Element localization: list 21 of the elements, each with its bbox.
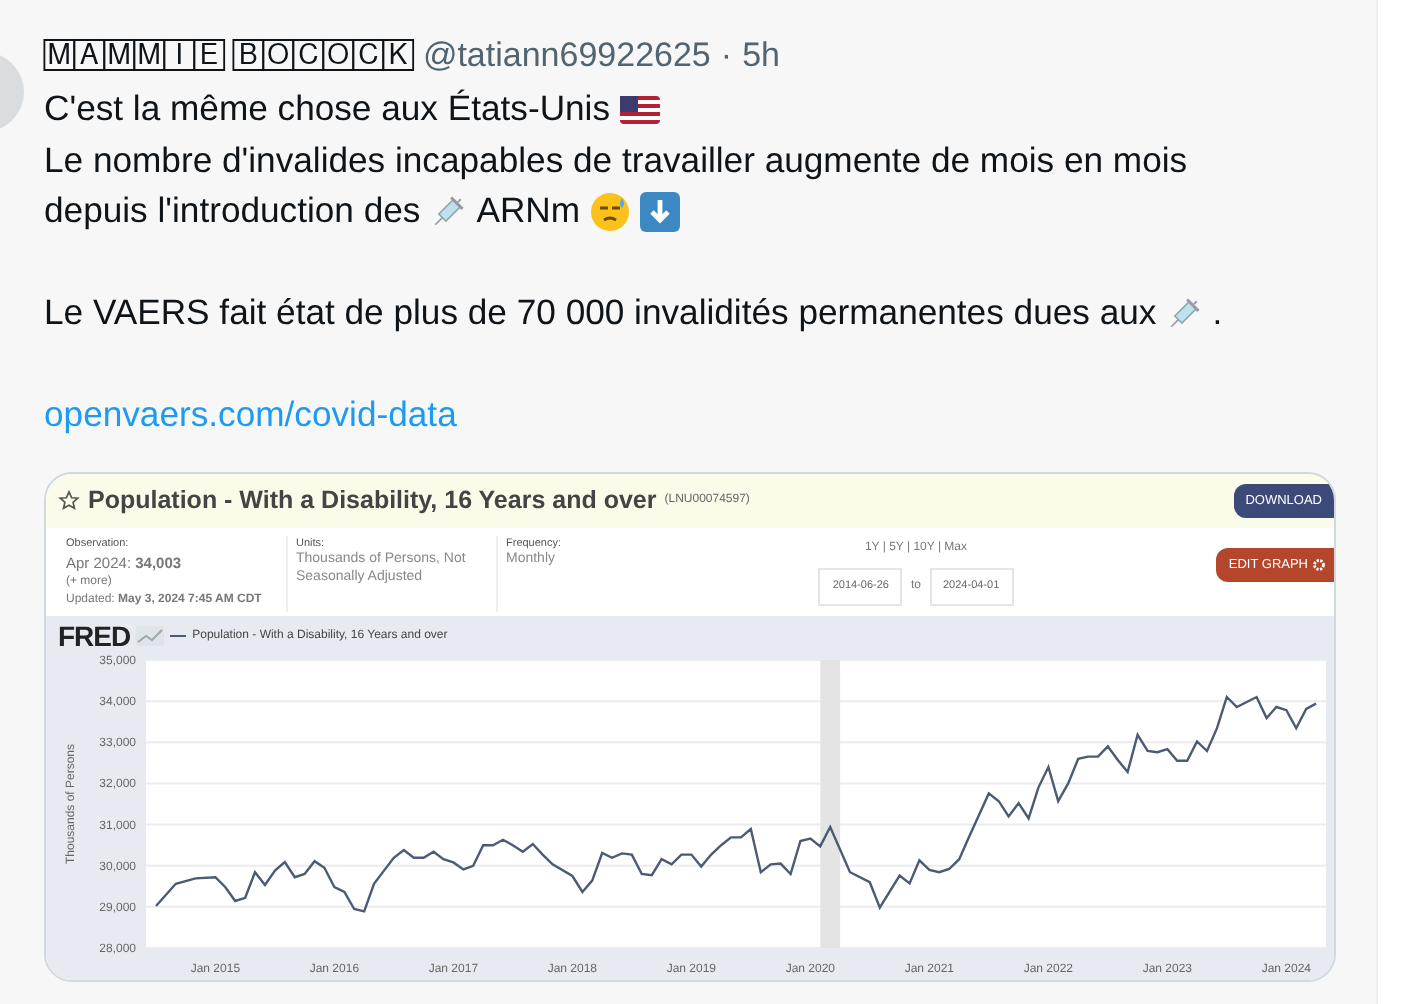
sad-face-icon [590, 191, 631, 232]
syringe-icon [1166, 295, 1203, 332]
tweet-text: ARNm [476, 188, 581, 234]
fred-logo: FRED [58, 619, 131, 651]
tweet-text: C'est la même chose aux États-Unis [44, 86, 611, 132]
display-name[interactable]: 🄼🄰🄼🄼🄸🄴 🄱🄾🄲🄾🄲🄺 [44, 40, 413, 72]
gear-icon [1312, 557, 1326, 571]
user-handle[interactable]: @tatiann69922625 [422, 36, 711, 76]
post-time[interactable]: 5h [742, 36, 780, 76]
legend-line [170, 631, 187, 639]
tweet-text: depuis l'introduction des [44, 188, 421, 234]
syringe-icon [430, 193, 467, 230]
fred-screenshot[interactable] [44, 471, 1336, 981]
separator: · [720, 36, 733, 76]
star-icon[interactable] [58, 489, 80, 511]
chart-icon [136, 625, 165, 645]
flag-icon [620, 95, 661, 124]
tweet-text: Le nombre d'invalides incapables de travailler augmente de mois en mois [44, 137, 1188, 184]
series-title: Population - With a Disability, 16 Years and over [88, 486, 657, 514]
tweet-text: . [1212, 290, 1223, 336]
tweet-text: Le VAERS fait état de plus de 70 000 invalidités permanentes dues aux [44, 290, 1157, 336]
